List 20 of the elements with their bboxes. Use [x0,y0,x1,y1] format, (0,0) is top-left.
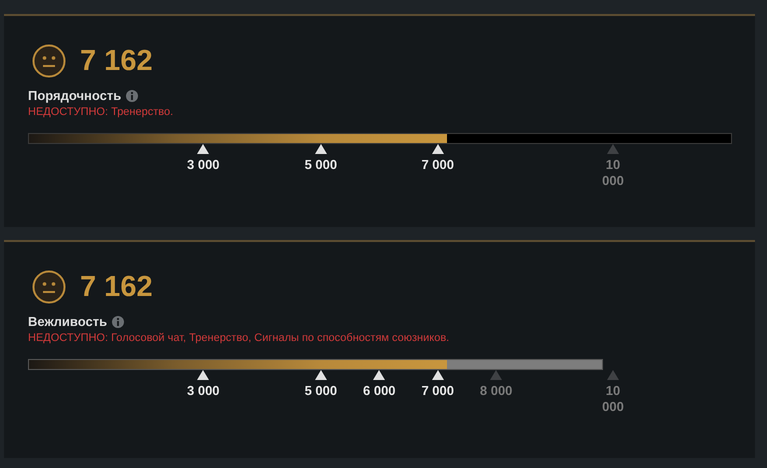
threshold-label: 3 000 [186,383,221,399]
threshold-label: 7 000 [420,157,455,173]
unavailable-warning: НЕДОСТУПНО: Голосовой чат, Тренерство, Сигналы по способностям союзников. [28,332,450,344]
info-icon[interactable] [126,90,138,102]
score-value: 7 162 [80,44,153,78]
info-icon[interactable] [112,316,124,328]
threshold-label: 5 000 [304,383,338,399]
threshold-label: 5 000 [304,157,338,173]
threshold-label: 6 000 [362,383,397,399]
category-title: Порядочность [28,88,122,103]
threshold-label: 10 000 [601,157,625,189]
score-value: 7 162 [80,270,153,304]
neutral-face-icon [32,270,66,304]
category-title: Вежливость [28,314,108,329]
threshold-label: 7 000 [420,383,455,399]
threshold-label: 10 000 [601,383,625,415]
neutral-face-icon [32,44,66,78]
threshold-label: 8 000 [479,383,514,399]
threshold-label: 3 000 [186,157,221,173]
unavailable-warning: НЕДОСТУПНО: Тренерство. [28,106,174,118]
